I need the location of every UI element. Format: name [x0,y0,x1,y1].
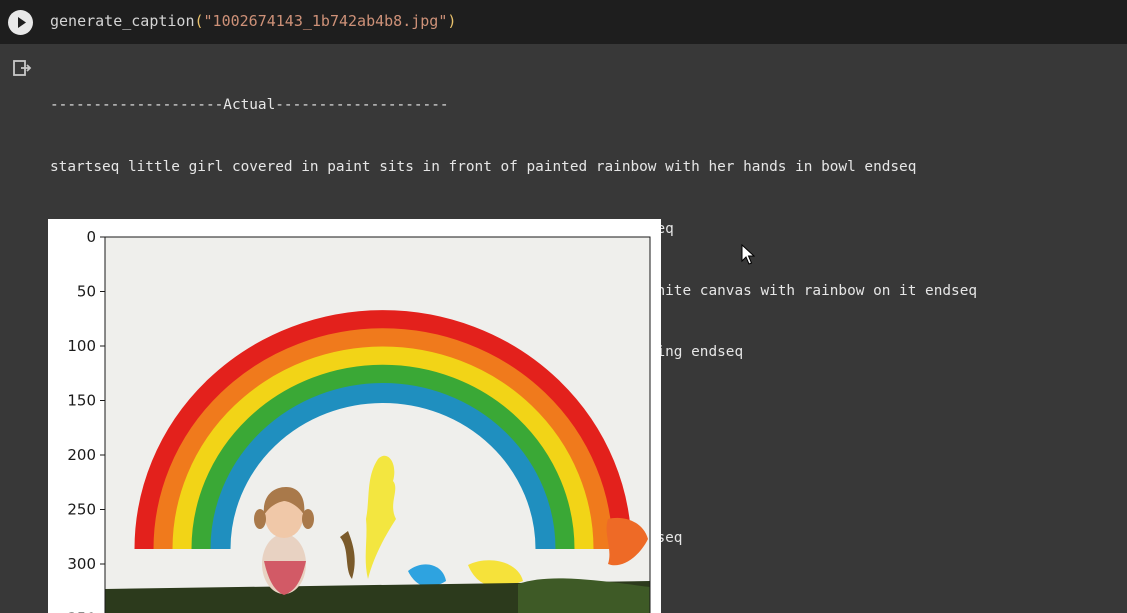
girl-pigtail-right [302,509,314,529]
mouse-pointer-icon [741,244,755,265]
image-plot-svg: 0 50 100 150 200 250 300 350 [67,228,651,613]
open-paren: ( [194,12,204,30]
notebook-cell: generate_caption("1002674143_1b742ab4b8.… [0,0,1127,613]
y-tick-label: 200 [67,446,96,464]
y-tick-label: 300 [67,555,96,573]
image-plot: 0 50 100 150 200 250 300 350 [48,219,661,613]
y-tick-label: 250 [67,501,96,519]
rainbow-painting-photo [105,237,650,613]
output-icon[interactable] [12,58,32,78]
close-paren: ) [447,12,457,30]
y-axis: 0 50 100 150 200 250 300 350 [67,228,105,613]
y-tick-label: 350 [67,610,96,613]
code-line[interactable]: generate_caption("1002674143_1b742ab4b8.… [50,11,456,31]
actual-caption-1: startseq little girl covered in paint si… [50,158,917,175]
code-cell-input[interactable]: generate_caption("1002674143_1b742ab4b8.… [0,0,1127,44]
y-tick-label: 50 [77,283,96,301]
function-name: generate_caption [50,12,195,30]
actual-header: --------------------Actual--------------… [50,97,449,114]
y-tick-label: 150 [67,392,96,410]
girl-pigtail-left [254,509,266,529]
play-icon [18,17,26,28]
run-cell-button[interactable] [8,10,33,35]
filename-argument: "1002674143_1b742ab4b8.jpg" [203,12,448,30]
y-tick-label: 100 [67,337,96,355]
y-tick-label: 0 [86,228,96,246]
